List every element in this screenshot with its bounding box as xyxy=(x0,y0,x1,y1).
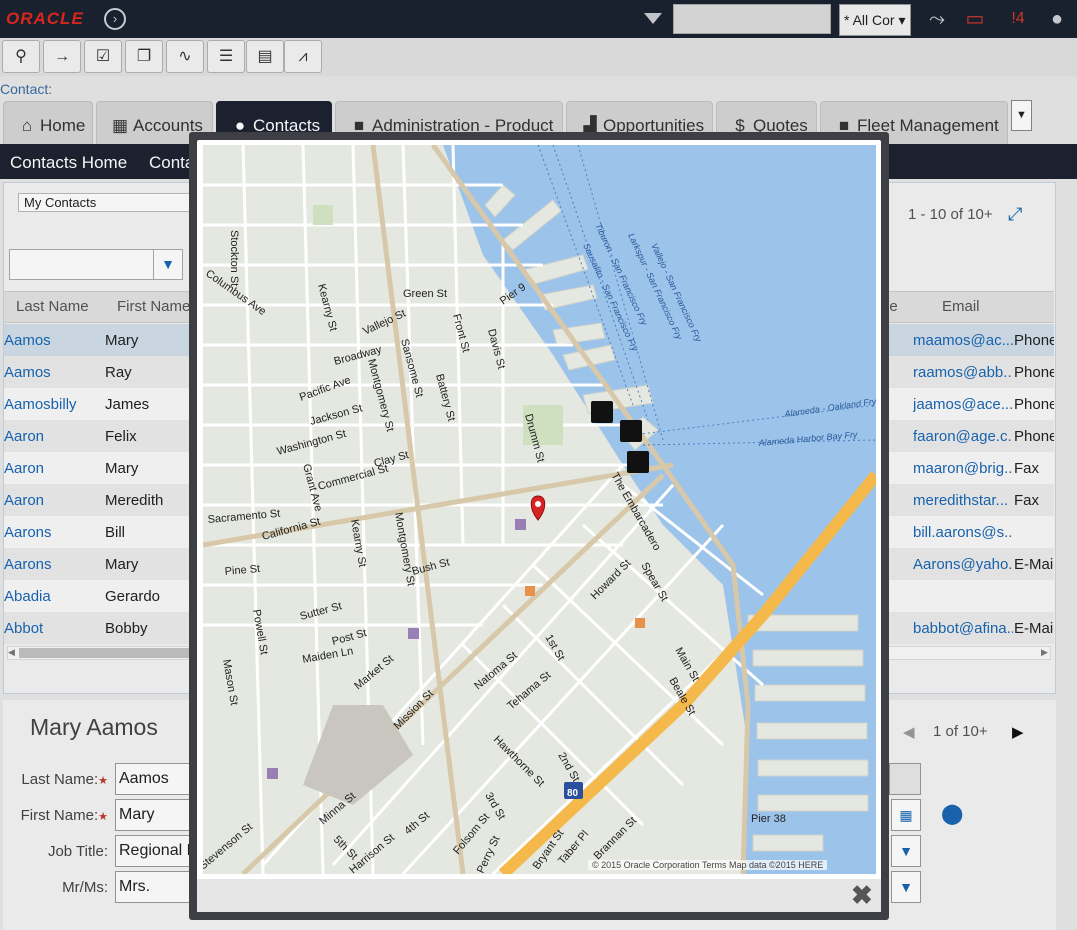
svg-text:Stockton St: Stockton St xyxy=(228,230,240,286)
svg-text:Pier 38: Pier 38 xyxy=(751,813,786,825)
map-credits[interactable]: © 2015 Oracle Corporation Terms Map data… xyxy=(588,860,828,870)
interstate-shield-number: 80 xyxy=(567,788,579,799)
location-pin-dot xyxy=(535,501,541,507)
svg-text:Green St: Green St xyxy=(403,288,447,300)
close-icon[interactable]: ✖ xyxy=(851,880,873,911)
park xyxy=(313,205,333,225)
map-view[interactable]: Stockton St Columbus Ave Kearny St Green… xyxy=(203,145,876,874)
map-dialog-footer xyxy=(197,879,881,912)
